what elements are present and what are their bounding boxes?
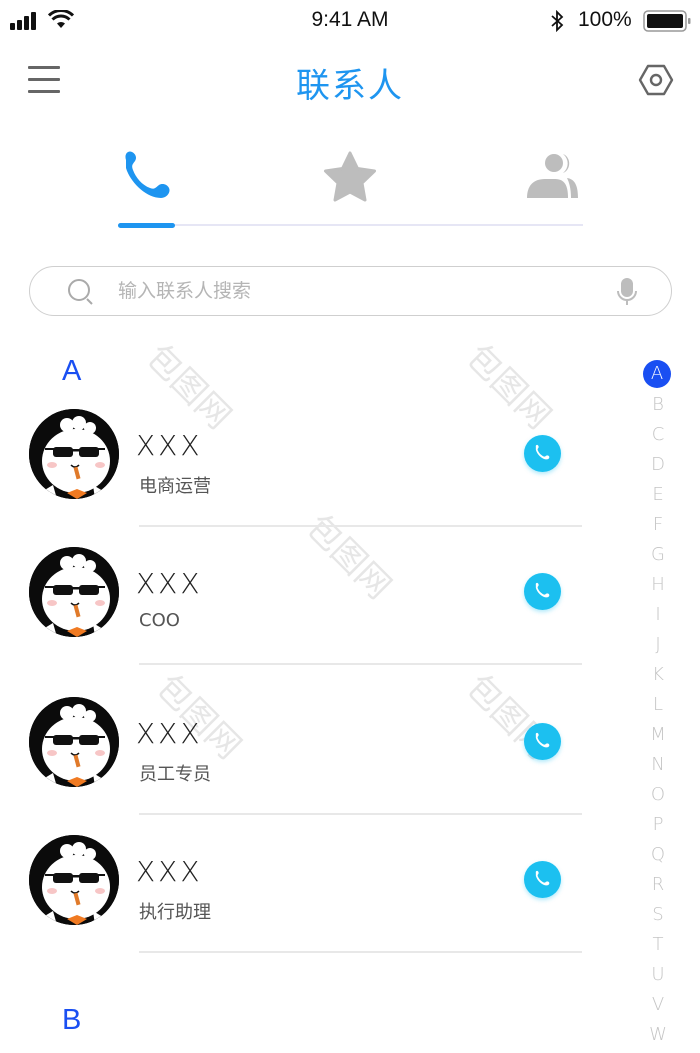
- status-bar: 9:41 AM 100%: [0, 0, 700, 42]
- contact-name: XXX: [136, 855, 203, 888]
- index-letter-w[interactable]: W: [643, 1020, 673, 1050]
- index-letter-s[interactable]: S: [643, 900, 673, 930]
- index-letter-u[interactable]: U: [643, 960, 673, 990]
- index-letter-c[interactable]: C: [643, 420, 673, 450]
- avatar: [29, 409, 119, 499]
- index-letter-l[interactable]: L: [643, 690, 673, 720]
- battery-icon: [643, 10, 691, 32]
- index-letter-v[interactable]: V: [643, 990, 673, 1020]
- call-button[interactable]: [524, 435, 561, 472]
- avatar: [29, 835, 119, 925]
- index-letter-n[interactable]: N: [643, 750, 673, 780]
- phone-icon: [535, 870, 550, 886]
- search-icon: [68, 279, 93, 305]
- index-letter-t[interactable]: T: [643, 930, 673, 960]
- tab-calls[interactable]: [118, 148, 180, 210]
- contact-list-item[interactable]: XXX 电商运营: [0, 409, 600, 547]
- battery-percent: 100%: [578, 8, 632, 31]
- call-button[interactable]: [524, 723, 561, 760]
- index-letter-p[interactable]: P: [643, 810, 673, 840]
- nav-bar: 联系人: [0, 42, 700, 120]
- section-header-b: B: [62, 1004, 82, 1036]
- section-header-a: A: [62, 355, 82, 387]
- avatar-image: [29, 697, 119, 787]
- contact-list-item[interactable]: XXX COO: [0, 547, 600, 685]
- people-icon: [527, 154, 578, 198]
- row-divider: [139, 813, 582, 815]
- tab-indicator: [118, 223, 175, 228]
- phone-icon: [125, 151, 170, 198]
- index-letter-q[interactable]: Q: [643, 840, 673, 870]
- page-title: 联系人: [296, 67, 404, 105]
- contact-name: XXX: [136, 717, 203, 750]
- index-letter-o[interactable]: O: [643, 780, 673, 810]
- contact-list-item[interactable]: XXX 执行助理: [0, 835, 600, 973]
- contact-role: 员工专员: [139, 764, 211, 785]
- index-letter-i[interactable]: I: [643, 600, 673, 630]
- row-divider: [139, 525, 582, 527]
- tab-favorites[interactable]: [319, 148, 381, 210]
- index-letter-j[interactable]: J: [643, 630, 673, 660]
- index-letter-g[interactable]: G: [643, 540, 673, 570]
- call-button[interactable]: [524, 573, 561, 610]
- avatar-image: [29, 835, 119, 925]
- contact-role: 电商运营: [139, 476, 211, 497]
- settings-icon[interactable]: [638, 62, 674, 98]
- alphabet-index[interactable]: ABCDEFGHIJKLMNOPQRSTUVW: [643, 360, 673, 1050]
- row-divider: [139, 951, 582, 953]
- tab-bar: [118, 140, 583, 232]
- avatar: [29, 697, 119, 787]
- search-bar: [29, 266, 672, 316]
- tab-track: [118, 224, 583, 226]
- contact-name: XXX: [136, 567, 203, 600]
- avatar-image: [29, 547, 119, 637]
- index-letter-f[interactable]: F: [643, 510, 673, 540]
- index-letter-r[interactable]: R: [643, 870, 673, 900]
- contact-list-item[interactable]: XXX 员工专员: [0, 697, 600, 835]
- index-letter-k[interactable]: K: [643, 660, 673, 690]
- contact-name: XXX: [136, 429, 203, 462]
- phone-icon: [535, 732, 550, 748]
- index-letter-m[interactable]: M: [643, 720, 673, 750]
- row-divider: [139, 663, 582, 665]
- tab-groups[interactable]: [521, 148, 583, 210]
- avatar: [29, 547, 119, 637]
- bluetooth-icon: [551, 10, 564, 32]
- index-letter-a[interactable]: A: [643, 360, 671, 388]
- index-letter-d[interactable]: D: [643, 450, 673, 480]
- search-input[interactable]: [118, 273, 598, 309]
- phone-icon: [535, 582, 550, 598]
- microphone-icon[interactable]: [616, 277, 638, 307]
- phone-icon: [535, 444, 550, 460]
- index-letter-h[interactable]: H: [643, 570, 673, 600]
- contact-role: COO: [139, 610, 180, 631]
- index-letter-b[interactable]: B: [643, 390, 673, 420]
- call-button[interactable]: [524, 861, 561, 898]
- index-letter-e[interactable]: E: [643, 480, 673, 510]
- contact-role: 执行助理: [139, 902, 211, 923]
- star-icon: [324, 151, 376, 202]
- avatar-image: [29, 409, 119, 499]
